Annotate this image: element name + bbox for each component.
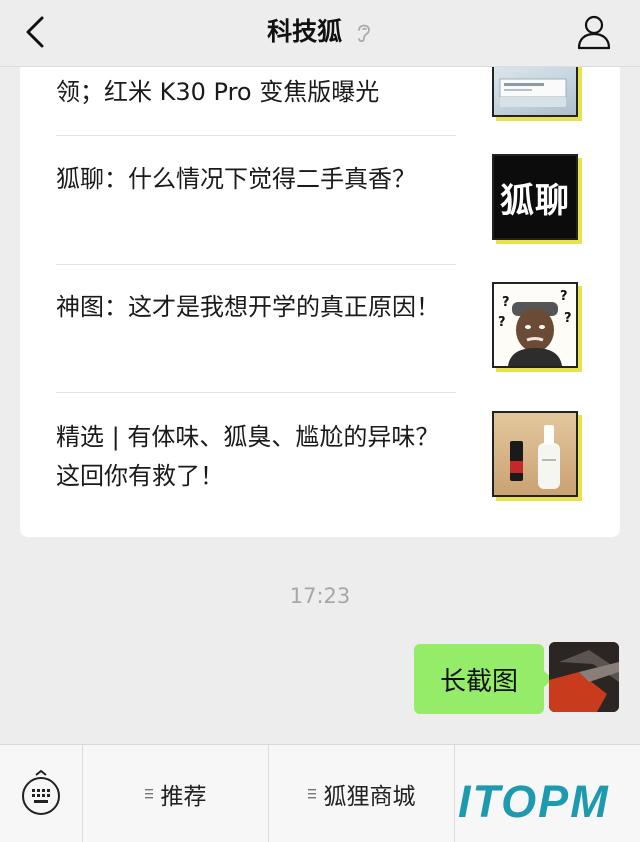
message-timestamp: 17:23: [289, 584, 351, 608]
divider: [56, 264, 456, 265]
article-thumbnail: [492, 67, 578, 117]
avatar[interactable]: [549, 642, 619, 712]
nav-bar: 科技狐: [0, 0, 640, 67]
watermark-logo: ITOPM: [458, 776, 610, 827]
user-profile-icon[interactable]: [576, 13, 612, 51]
avatar-image: [549, 642, 619, 712]
divider: [56, 392, 456, 393]
message-text: 长截图: [439, 666, 518, 697]
keyboard-toggle[interactable]: [0, 745, 83, 842]
deodorant-image: [510, 425, 560, 489]
question-mark: ?: [560, 289, 568, 304]
meme-face-image: ? ? ? ?: [498, 289, 572, 366]
question-mark: ?: [564, 311, 572, 326]
ear-icon[interactable]: [355, 21, 373, 45]
divider: [56, 135, 456, 136]
article-title: 领；红米 K30 Pro 变焦版曝光: [56, 78, 380, 106]
thumbnail-label: 狐聊: [500, 180, 570, 221]
article-thumbnail: 狐聊: [492, 154, 578, 240]
sent-message-bubble[interactable]: 长截图: [414, 644, 553, 714]
article-thumbnail: [492, 411, 578, 497]
question-mark: ?: [498, 315, 506, 330]
menu-item-label: 狐狸商城: [323, 783, 416, 810]
account-name: 科技狐: [267, 17, 343, 46]
article-title: 狐聊：什么情况下觉得二手真香？: [56, 165, 416, 193]
article-list-card: 领；红米 K30 Pro 变焦版曝光 狐聊：什么情况下觉得二手真香？ 狐聊 神图…: [20, 67, 620, 537]
menu-item-label: 推荐: [160, 783, 207, 810]
article-title: 精选 | 有体味、狐臭、尴尬的异味？这回你有救了！: [56, 423, 440, 490]
article-title: 神图：这才是我想开学的真正原因！: [56, 293, 440, 321]
menu-item-fox-mall[interactable]: 狐狸商城: [269, 745, 455, 842]
menu-lines-icon: [307, 788, 316, 798]
keyboard-icon: [22, 769, 60, 815]
page-title: 科技狐: [0, 14, 640, 50]
article-thumbnail: ? ? ? ?: [492, 282, 578, 368]
menu-lines-icon: [144, 788, 153, 798]
phone-box-image: [499, 78, 567, 107]
question-mark: ?: [502, 295, 510, 310]
menu-item-recommend[interactable]: 推荐: [83, 745, 269, 842]
